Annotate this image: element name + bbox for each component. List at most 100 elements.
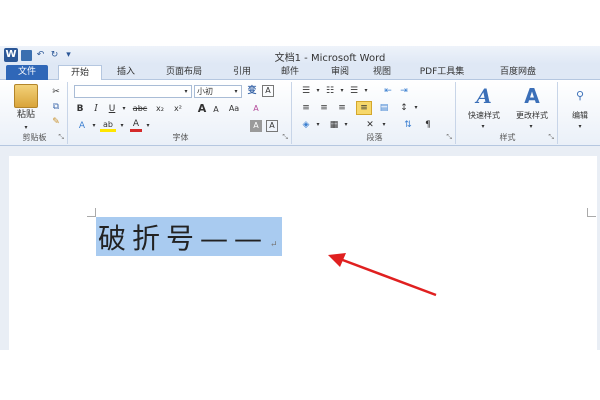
document-text: 破折号—— [98, 221, 269, 255]
highlight-icon[interactable]: ab [100, 120, 116, 132]
borders-icon[interactable]: ▦ [328, 119, 340, 131]
tab-pdf-tools[interactable]: PDF工具集 [410, 65, 474, 80]
arrow-line [339, 257, 437, 297]
group-label-clipboard: 剪贴板 [22, 133, 47, 142]
document-area [0, 146, 600, 350]
italic-icon[interactable]: I [90, 103, 102, 115]
tab-review[interactable]: 审阅 [322, 65, 358, 80]
group-label-paragraph: 段落 [366, 133, 383, 142]
phonetic-guide-icon[interactable]: 变 [246, 85, 258, 97]
change-styles-dropdown-icon[interactable]: ▾ [526, 121, 536, 132]
font-color-dropdown-icon[interactable]: ▾ [142, 120, 154, 132]
margin-mark-top-left [87, 208, 96, 217]
word-window: W ↶ ↻ ▾ 文档1 - Microsoft Word 文件 开始 插入 页面… [0, 0, 600, 400]
clear-formatting-icon[interactable]: A [250, 103, 262, 115]
char-shading-icon[interactable]: A [250, 120, 262, 132]
change-styles-button[interactable]: 更改样式 [508, 110, 556, 121]
group-clipboard: 粘贴 ▾ ✂ ⧉ ✎ 剪贴板 ⤡ [2, 82, 68, 144]
window-title-text: 文档1 - Microsoft Word [274, 53, 386, 64]
tab-view[interactable]: 视图 [364, 65, 400, 80]
numbering-dropdown-icon[interactable]: ▾ [336, 85, 348, 97]
tab-mailings[interactable]: 邮件 [272, 65, 308, 80]
subscript-icon[interactable]: x₂ [154, 103, 166, 115]
change-case-icon[interactable]: Aa [226, 103, 242, 115]
tab-references[interactable]: 引用 [224, 65, 260, 80]
enclose-char-icon[interactable]: A [266, 120, 278, 132]
ribbon-tab-bar: 文件 开始 插入 页面布局 引用 邮件 审阅 视图 PDF工具集 百度网盘 [0, 64, 600, 81]
change-styles-icon[interactable]: A [520, 84, 544, 108]
multilevel-dropdown-icon[interactable]: ▾ [360, 85, 372, 97]
font-name-dropdown-icon[interactable]: ▾ [180, 86, 192, 98]
tab-baidu-netdisk[interactable]: 百度网盘 [488, 65, 548, 80]
chinese-layout-dropdown-icon[interactable]: ▾ [378, 119, 390, 131]
title-bar: W ↶ ↻ ▾ 文档1 - Microsoft Word [0, 46, 600, 64]
superscript-icon[interactable]: x² [172, 103, 184, 115]
quick-styles-button[interactable]: 快速样式 [460, 110, 508, 121]
group-editing: ⚲ 编辑 ▾ [562, 82, 598, 144]
annotation-arrow-icon [328, 253, 437, 297]
sort-icon[interactable]: ⇅ [402, 119, 414, 131]
tab-insert[interactable]: 插入 [108, 65, 144, 80]
char-border-icon[interactable]: A [262, 85, 274, 97]
shading-icon[interactable]: ◈ [300, 119, 312, 131]
paste-button[interactable]: 粘贴 [6, 110, 46, 121]
bottom-area [0, 350, 600, 400]
window-title: 文档1 - Microsoft Word [0, 49, 600, 64]
numbering-icon[interactable]: ☷ [324, 85, 336, 97]
strikethrough-icon[interactable]: abc [130, 103, 150, 115]
tab-file[interactable]: 文件 [6, 65, 48, 80]
decrease-indent-icon[interactable]: ⇤ [382, 85, 394, 97]
tab-home[interactable]: 开始 [58, 65, 102, 81]
show-marks-icon[interactable]: ¶ [422, 119, 434, 131]
group-font: ▾ 小初 ▾ 变 A B I U ▾ abc x₂ x² A A Aa A A … [70, 82, 292, 144]
borders-dropdown-icon[interactable]: ▾ [340, 119, 352, 131]
styles-launcher-icon[interactable]: ⤡ [548, 133, 554, 142]
font-launcher-icon[interactable]: ⤡ [282, 133, 288, 142]
align-center-icon[interactable]: ≡ [318, 102, 330, 114]
quick-styles-icon[interactable]: A [472, 84, 496, 108]
selected-text[interactable]: 破折号—— ↵ [96, 217, 282, 256]
paste-icon[interactable] [14, 84, 38, 108]
increase-indent-icon[interactable]: ⇥ [398, 85, 410, 97]
margin-mark-top-right [587, 208, 596, 217]
underline-icon[interactable]: U [106, 103, 118, 115]
underline-dropdown-icon[interactable]: ▾ [118, 103, 130, 115]
font-name-select[interactable] [74, 85, 192, 98]
font-color-icon[interactable]: A [130, 120, 142, 132]
bold-icon[interactable]: B [74, 103, 86, 115]
ribbon: 粘贴 ▾ ✂ ⧉ ✎ 剪贴板 ⤡ ▾ 小初 ▾ 变 A B I U ▾ abc … [0, 80, 600, 146]
shading-dropdown-icon[interactable]: ▾ [312, 119, 324, 131]
bullets-icon[interactable]: ☰ [300, 85, 312, 97]
multilevel-list-icon[interactable]: ☰ [348, 85, 360, 97]
font-size-dropdown-icon[interactable]: ▾ [230, 86, 242, 98]
distributed-icon[interactable]: ▤ [378, 102, 390, 114]
editing-dropdown-icon[interactable]: ▾ [575, 121, 585, 132]
cut-icon[interactable]: ✂ [50, 86, 62, 98]
highlight-dropdown-icon[interactable]: ▾ [116, 120, 128, 132]
group-label-styles: 样式 [499, 133, 516, 142]
group-label-font: 字体 [172, 133, 189, 142]
paragraph-launcher-icon[interactable]: ⤡ [446, 133, 452, 142]
paragraph-mark: ↵ [270, 240, 278, 250]
text-effects-dropdown-icon[interactable]: ▾ [88, 120, 100, 132]
justify-icon[interactable]: ≡ [356, 101, 372, 115]
copy-icon[interactable]: ⧉ [50, 101, 62, 113]
editing-button[interactable]: 编辑 [562, 110, 598, 121]
clipboard-launcher-icon[interactable]: ⤡ [58, 133, 64, 142]
quick-styles-dropdown-icon[interactable]: ▾ [478, 121, 488, 132]
format-painter-icon[interactable]: ✎ [50, 116, 62, 128]
align-left-icon[interactable]: ≡ [300, 102, 312, 114]
find-icon[interactable]: ⚲ [568, 84, 592, 108]
line-spacing-dropdown-icon[interactable]: ▾ [410, 102, 422, 114]
line-spacing-icon[interactable]: ↕ [398, 102, 410, 114]
chinese-layout-icon[interactable]: ✕ [364, 119, 376, 131]
grow-font-icon[interactable]: A [196, 103, 208, 115]
group-styles: A 快速样式 ▾ A 更改样式 ▾ 样式 ⤡ [458, 82, 558, 144]
align-right-icon[interactable]: ≡ [336, 102, 348, 114]
font-size-value: 小初 [197, 87, 213, 96]
bullets-dropdown-icon[interactable]: ▾ [312, 85, 324, 97]
group-paragraph: ☰ ▾ ☷ ▾ ☰ ▾ ⇤ ⇥ ≡ ≡ ≡ ≡ ▤ ↕ ▾ ◈ ▾ ▦ ▾ ✕ … [294, 82, 456, 144]
text-effects-icon[interactable]: A [76, 120, 88, 132]
shrink-font-icon[interactable]: A [210, 104, 222, 116]
tab-page-layout[interactable]: 页面布局 [156, 65, 212, 80]
